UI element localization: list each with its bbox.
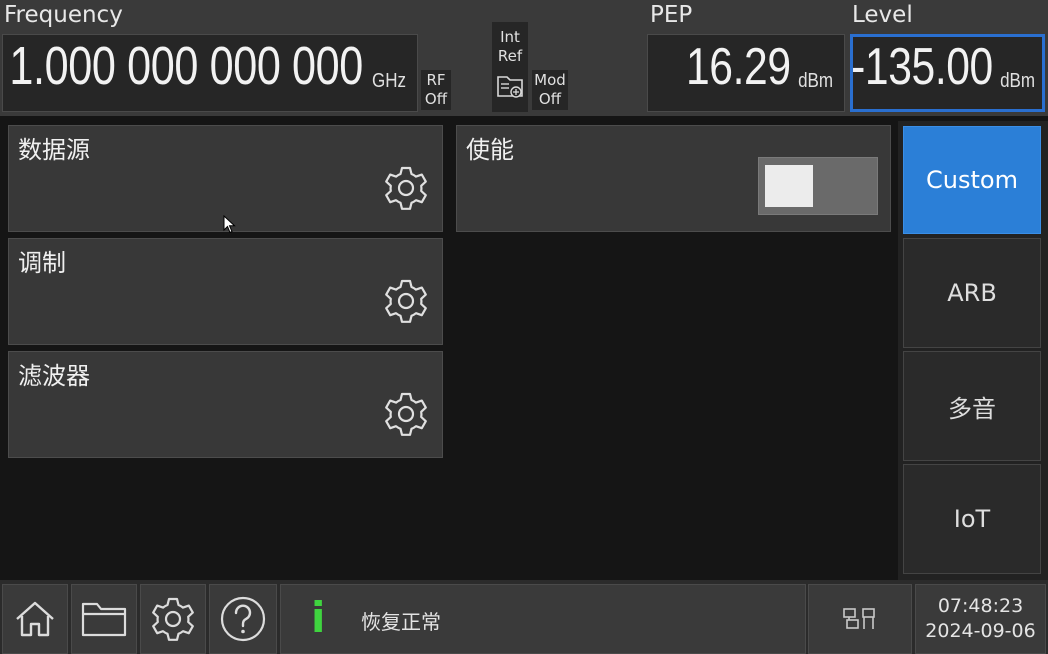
menu-item-custom[interactable]: Custom bbox=[903, 126, 1041, 234]
help-icon bbox=[220, 596, 266, 642]
mod-label: Mod bbox=[534, 71, 566, 89]
filter-panel[interactable]: 滤波器 bbox=[8, 351, 443, 458]
network-status-button[interactable] bbox=[808, 584, 912, 654]
data-source-title: 数据源 bbox=[18, 136, 90, 164]
level-value: -135.00 bbox=[851, 38, 993, 96]
home-button[interactable] bbox=[2, 584, 68, 654]
file-save-icon bbox=[497, 76, 523, 98]
help-button[interactable] bbox=[209, 584, 277, 654]
gear-icon[interactable] bbox=[382, 390, 430, 438]
menu-item-multitone[interactable]: 多音 bbox=[903, 351, 1041, 461]
enable-toggle[interactable] bbox=[758, 157, 878, 215]
mod-state: Off bbox=[538, 90, 562, 108]
rf-state: Off bbox=[424, 90, 448, 108]
clock-display[interactable]: 07:48:23 2024-09-06 bbox=[915, 584, 1046, 654]
gear-icon[interactable] bbox=[382, 164, 430, 212]
gear-icon[interactable] bbox=[382, 277, 430, 325]
file-button[interactable] bbox=[71, 584, 137, 654]
network-icon bbox=[843, 608, 875, 629]
clock-time: 07:48:23 bbox=[937, 595, 1024, 617]
menu-item-iot[interactable]: IoT bbox=[903, 464, 1041, 574]
info-icon: i bbox=[311, 593, 326, 642]
right-menu: Custom ARB 多音 IoT bbox=[898, 121, 1048, 580]
folder-icon bbox=[81, 602, 127, 637]
level-label: Level bbox=[852, 2, 913, 28]
modulation-panel[interactable]: 调制 bbox=[8, 238, 443, 345]
frequency-label: Frequency bbox=[4, 2, 123, 28]
level-unit: dBm bbox=[999, 70, 1035, 92]
filter-title: 滤波器 bbox=[18, 362, 90, 390]
toggle-knob bbox=[765, 165, 813, 207]
frequency-value: 1.000 000 000 000 bbox=[9, 36, 363, 96]
level-field[interactable]: -135.00 dBm bbox=[850, 34, 1045, 112]
modulation-title: 调制 bbox=[18, 249, 66, 277]
rf-label: RF bbox=[426, 71, 446, 89]
pep-value: 16.29 bbox=[686, 38, 791, 96]
ref-line1: Int bbox=[500, 28, 520, 46]
rf-toggle[interactable]: RF Off bbox=[421, 70, 451, 110]
enable-title: 使能 bbox=[466, 136, 514, 164]
frequency-unit: GHz bbox=[372, 70, 406, 92]
ref-line2: Ref bbox=[497, 47, 523, 65]
footer-bar: i 恢复正常 07:48:23 2024-09-06 bbox=[0, 580, 1048, 654]
pep-field: 16.29 dBm bbox=[647, 34, 845, 112]
gear-icon bbox=[152, 597, 194, 641]
mod-toggle[interactable]: Mod Off bbox=[532, 70, 568, 110]
enable-panel: 使能 bbox=[456, 125, 891, 232]
clock-date: 2024-09-06 bbox=[925, 620, 1036, 642]
status-message-bar[interactable]: i 恢复正常 bbox=[280, 584, 806, 654]
pep-label: PEP bbox=[650, 2, 693, 28]
status-header: Frequency 1.000 000 000 000 GHz RF Off I… bbox=[0, 0, 1048, 116]
frequency-field[interactable]: 1.000 000 000 000 GHz bbox=[2, 34, 418, 112]
settings-button[interactable] bbox=[140, 584, 206, 654]
status-message: 恢复正常 bbox=[361, 610, 441, 634]
cursor-icon bbox=[223, 215, 236, 234]
menu-item-arb[interactable]: ARB bbox=[903, 238, 1041, 348]
home-icon bbox=[16, 601, 54, 637]
reference-indicator[interactable]: Int Ref bbox=[492, 22, 528, 112]
